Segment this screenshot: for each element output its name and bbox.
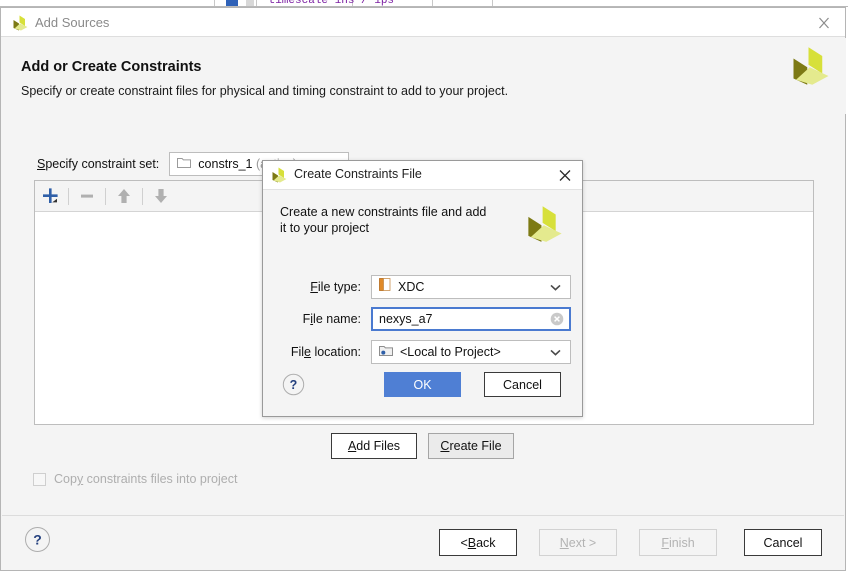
svg-text:?: ? bbox=[290, 378, 298, 392]
chevron-down-icon bbox=[550, 276, 561, 298]
add-files-button[interactable]: Add Files bbox=[331, 433, 417, 459]
clear-circle-icon[interactable] bbox=[550, 312, 564, 326]
file-location-value: <Local to Project> bbox=[400, 345, 501, 359]
folder-icon bbox=[177, 155, 192, 173]
page-title: Add or Create Constraints bbox=[21, 59, 202, 75]
ok-button[interactable]: OK bbox=[384, 372, 461, 397]
dialog-titlebar: Add Sources bbox=[1, 8, 845, 37]
file-type-row: File type: XDC bbox=[283, 275, 571, 299]
copy-constraints-checkbox-row[interactable]: Copy constraints files into project bbox=[33, 472, 237, 486]
help-icon[interactable]: ? bbox=[24, 526, 51, 553]
arrow-up-icon[interactable] bbox=[109, 182, 139, 211]
xilinx-logo-icon bbox=[789, 46, 833, 86]
modal-title-text: Create Constraints File bbox=[294, 167, 422, 181]
chevron-down-icon bbox=[550, 341, 561, 363]
cancel-button[interactable]: Cancel bbox=[744, 529, 822, 556]
xilinx-logo-icon bbox=[271, 167, 288, 183]
xilinx-logo-icon bbox=[524, 205, 566, 243]
file-name-input[interactable]: nexys_a7 bbox=[371, 307, 571, 331]
file-type-label: File type: bbox=[310, 280, 361, 294]
copy-constraints-checkbox[interactable] bbox=[33, 472, 46, 486]
file-type-value: XDC bbox=[398, 280, 425, 294]
wizard-header: Add or Create Constraints Specify or cre… bbox=[2, 38, 846, 114]
create-file-button[interactable]: Create File bbox=[428, 433, 514, 459]
copy-constraints-label: Copy constraints files into project bbox=[54, 472, 238, 486]
dialog-title: Add Sources bbox=[35, 15, 110, 30]
toolbar-separator bbox=[142, 187, 143, 205]
close-icon[interactable] bbox=[811, 11, 837, 35]
create-constraints-file-dialog: Create Constraints File Create a new con… bbox=[262, 160, 583, 417]
wizard-footer: ? < Back Next > Finish Cancel bbox=[2, 515, 844, 569]
file-location-label: File location: bbox=[290, 345, 361, 359]
arrow-down-icon[interactable] bbox=[146, 182, 176, 211]
toolbar-separator bbox=[105, 187, 106, 205]
page-subtitle: Specify or create constraint files for p… bbox=[21, 84, 509, 98]
back-button[interactable]: < Back bbox=[439, 529, 517, 556]
next-button: Next > bbox=[539, 529, 617, 556]
minus-icon[interactable] bbox=[72, 182, 102, 211]
toolbar-separator bbox=[68, 187, 69, 205]
constraint-set-label: Specify constraint set: bbox=[37, 157, 160, 171]
modal-description: Create a new constraints file and add it… bbox=[280, 205, 487, 235]
xilinx-logo-icon bbox=[12, 15, 29, 31]
finish-button: Finish bbox=[639, 529, 717, 556]
file-location-dropdown[interactable]: <Local to Project> bbox=[371, 340, 571, 364]
modal-cancel-button[interactable]: Cancel bbox=[484, 372, 561, 397]
file-name-value: nexys_a7 bbox=[379, 312, 433, 326]
plus-icon[interactable] bbox=[35, 182, 65, 211]
xdc-file-icon bbox=[379, 278, 391, 296]
help-icon[interactable]: ? bbox=[282, 373, 305, 396]
folder-local-icon bbox=[379, 343, 393, 361]
close-icon[interactable] bbox=[554, 165, 576, 186]
modal-titlebar: Create Constraints File bbox=[263, 161, 582, 190]
file-name-row: File name: nexys_a7 bbox=[283, 307, 571, 331]
file-type-dropdown[interactable]: XDC bbox=[371, 275, 571, 299]
file-location-row: File location: <Local to Project> bbox=[283, 340, 571, 364]
file-name-label: File name: bbox=[302, 312, 361, 326]
svg-text:?: ? bbox=[33, 532, 42, 548]
